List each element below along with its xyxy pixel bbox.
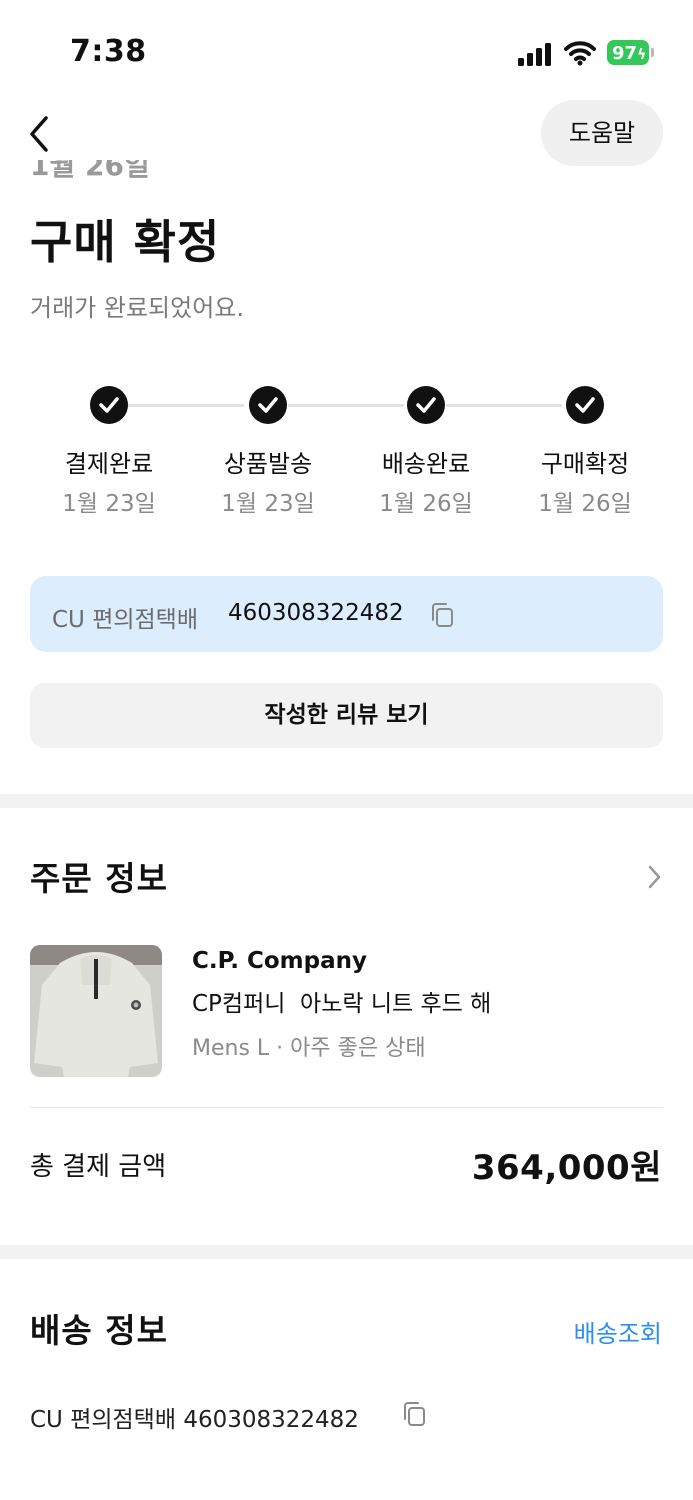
copy-icon[interactable] <box>400 1400 428 1428</box>
progress-connector <box>128 404 244 407</box>
tracking-carrier: CU 편의점택배 <box>52 607 199 633</box>
tracking-number: 460308322482 <box>228 600 404 626</box>
step-date: 1월 26일 <box>379 491 473 517</box>
check-icon <box>249 386 287 424</box>
section-divider <box>0 1245 693 1259</box>
step-label: 구매확정 <box>540 450 630 478</box>
progress-connector <box>288 404 404 407</box>
check-icon <box>407 386 445 424</box>
progress-connector <box>446 404 562 407</box>
step-date: 1월 23일 <box>62 491 156 517</box>
step-label: 상품발송 <box>223 450 313 478</box>
page-title: 구매 확정 <box>30 215 221 269</box>
total-value: 364,000원 <box>471 1148 662 1188</box>
check-icon <box>90 386 128 424</box>
track-delivery-link[interactable]: 배송조회 <box>574 1314 662 1349</box>
help-button[interactable]: 도움말 <box>541 100 663 166</box>
battery-charging-icon: 97ϟ <box>607 40 655 67</box>
shipping-tracking-line: CU 편의점택배 460308322482 <box>30 1407 359 1433</box>
check-icon <box>566 386 604 424</box>
product-thumbnail[interactable] <box>30 945 162 1077</box>
chevron-left-icon[interactable] <box>26 114 54 154</box>
tracking-box: CU 편의점택배 460308322482 <box>30 576 663 652</box>
wifi-icon <box>564 40 596 66</box>
step-date: 1월 26일 <box>538 491 632 517</box>
copy-icon[interactable] <box>428 601 456 629</box>
shipping-info-title: 배송 정보 <box>30 1311 168 1350</box>
status-time: 7:38 <box>70 34 147 69</box>
step-label: 결제완료 <box>64 450 154 478</box>
section-divider <box>0 794 693 808</box>
cellular-signal-icon <box>518 42 552 66</box>
product-brand: C.P. Company <box>192 948 367 974</box>
order-info-title: 주문 정보 <box>30 859 168 898</box>
product-name: CP컴퍼니 아노락 니트 후드 해 <box>192 991 492 1017</box>
step-date: 1월 23일 <box>221 491 315 517</box>
page-subtitle: 거래가 완료되었어요. <box>30 294 244 322</box>
scrolled-date: 1월 26일 <box>30 160 150 182</box>
view-review-button[interactable]: 작성한 리뷰 보기 <box>30 683 663 748</box>
battery-level: 97 <box>612 43 638 64</box>
divider-line <box>30 1107 663 1108</box>
product-meta: Mens L · 아주 좋은 상태 <box>192 1036 426 1061</box>
step-label: 배송완료 <box>381 450 471 478</box>
chevron-right-icon[interactable] <box>646 864 662 890</box>
total-label: 총 결제 금액 <box>30 1152 167 1182</box>
